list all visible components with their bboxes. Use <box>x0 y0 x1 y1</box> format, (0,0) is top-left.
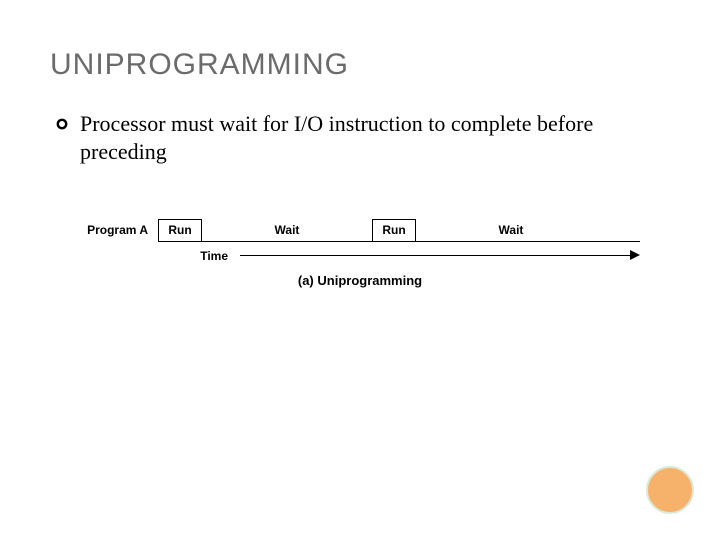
diagram-caption: (a) Uniprogramming <box>80 273 640 288</box>
time-label: Time <box>80 249 240 263</box>
time-arrow-icon <box>240 251 640 261</box>
slide-accent-dot <box>646 466 694 514</box>
program-label: Program A <box>80 223 158 237</box>
segment-run: Run <box>158 219 202 241</box>
segment-wait: Wait <box>202 219 372 241</box>
program-timeline: Program A RunWaitRunWait <box>80 217 640 243</box>
bullet-text: Processor must wait for I/O instruction … <box>80 110 670 165</box>
segment-wait: Wait <box>416 219 606 241</box>
page-title: UNIPROGRAMMING <box>50 48 670 82</box>
time-axis: Time <box>80 249 640 263</box>
circle-bullet-icon <box>56 117 68 135</box>
bullet-item: Processor must wait for I/O instruction … <box>50 110 670 165</box>
segment-run: Run <box>372 219 416 241</box>
uniprogramming-diagram: Program A RunWaitRunWait Time (a) Unipro… <box>80 217 640 288</box>
timeline-track: RunWaitRunWait <box>158 218 640 242</box>
